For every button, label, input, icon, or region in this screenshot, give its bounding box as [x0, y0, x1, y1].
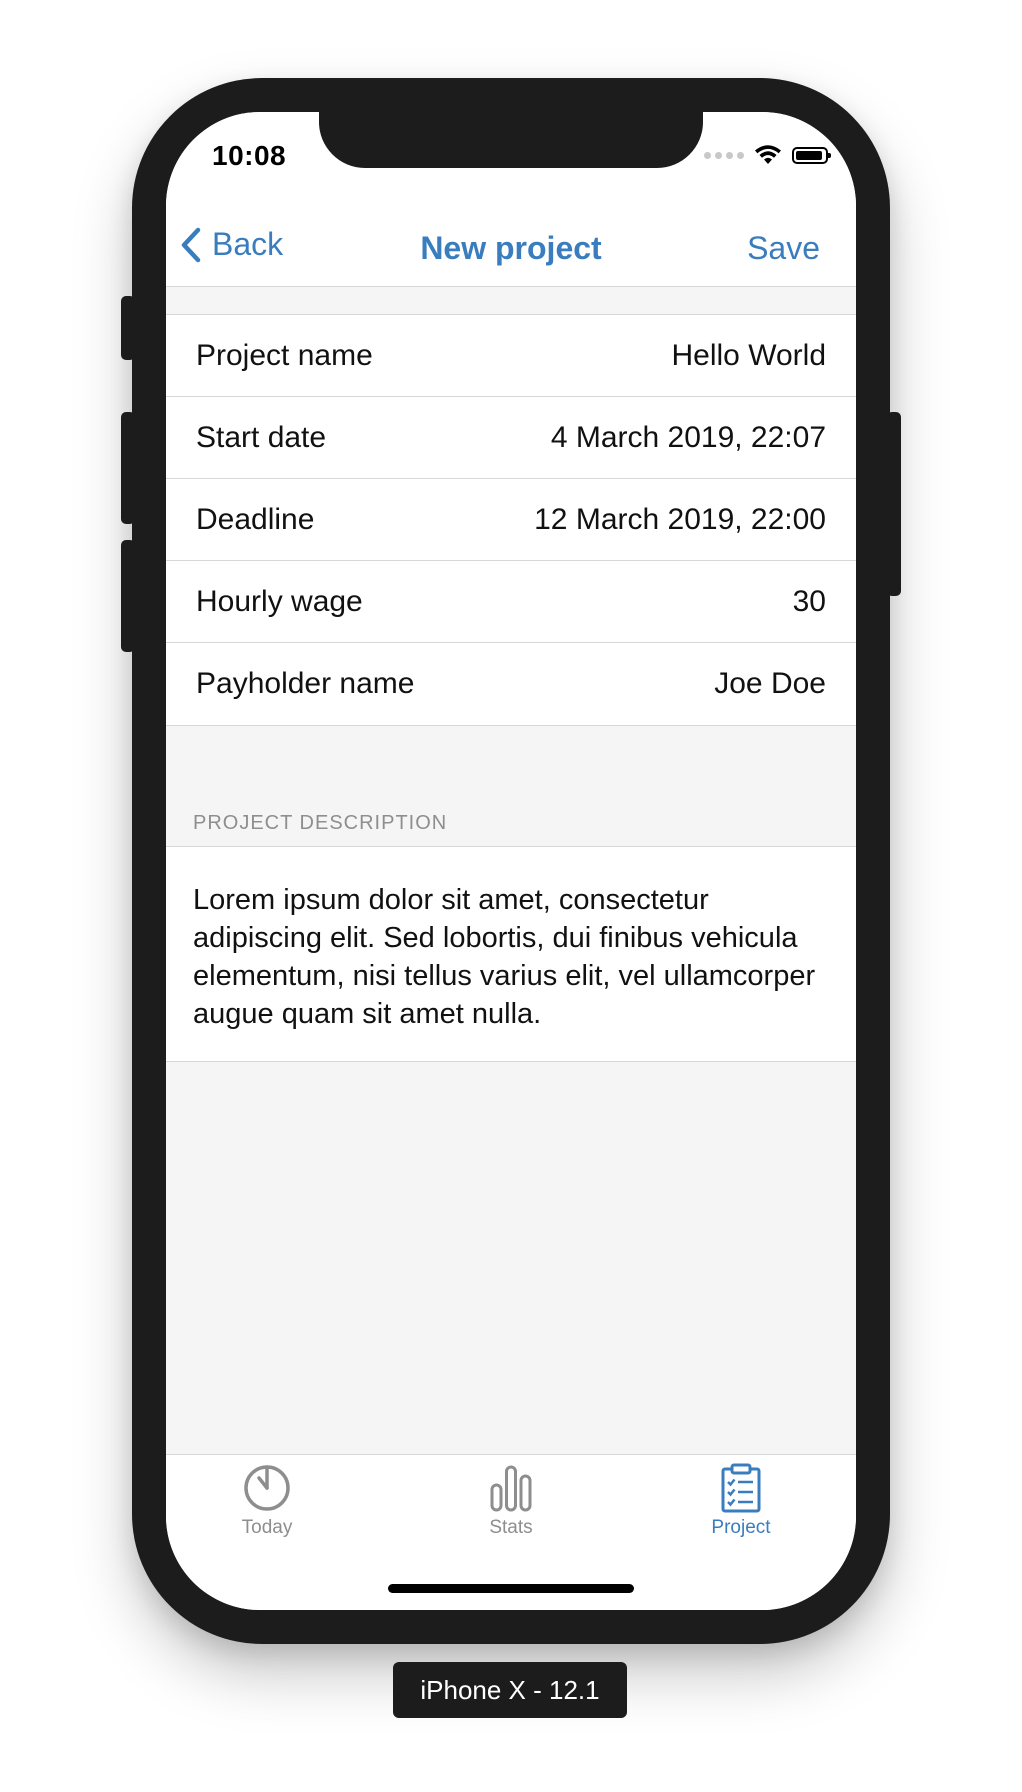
device-notch — [319, 112, 703, 168]
clipboard-checklist-icon — [721, 1463, 761, 1513]
hourly-wage-row[interactable]: Hourly wage 30 — [166, 561, 856, 643]
row-value: Hello World — [671, 338, 827, 372]
timer-icon — [244, 1465, 290, 1511]
section-header-description: PROJECT DESCRIPTION — [193, 812, 448, 834]
project-name-row[interactable]: Project name Hello World — [166, 315, 856, 397]
battery-icon — [792, 146, 831, 164]
row-value: 4 March 2019, 22:07 — [550, 420, 826, 454]
row-label: Payholder name — [196, 667, 415, 700]
cellular-signal-icon — [704, 151, 744, 159]
project-description-field[interactable]: Lorem ipsum dolor sit amet, consectetur … — [166, 846, 856, 1062]
wifi-icon — [755, 145, 781, 164]
row-label: Project name — [196, 338, 373, 372]
device-volume-down-button — [121, 540, 135, 652]
status-icons — [704, 144, 831, 166]
deadline-row[interactable]: Deadline 12 March 2019, 22:00 — [166, 479, 856, 561]
device-label: iPhone X - 12.1 — [393, 1662, 627, 1718]
device-power-button — [887, 412, 901, 596]
tab-label: Today — [241, 1517, 293, 1538]
payholder-name-row[interactable]: Payholder name Joe Doe — [166, 643, 856, 725]
tab-project[interactable]: Project — [666, 1463, 816, 1539]
start-date-row[interactable]: Start date 4 March 2019, 22:07 — [166, 397, 856, 479]
row-value: 30 — [792, 584, 826, 618]
row-label: Hourly wage — [196, 584, 363, 618]
tab-label: Stats — [489, 1517, 533, 1538]
save-button[interactable]: Save — [747, 230, 820, 267]
tab-label: Project — [711, 1517, 771, 1538]
row-label: Deadline — [196, 502, 315, 536]
row-label: Start date — [196, 420, 327, 454]
tab-today[interactable]: Today — [192, 1463, 342, 1539]
tab-stats[interactable]: Stats — [436, 1463, 586, 1539]
phone-screen: 10:08 Back New project Save Project name — [166, 112, 856, 1610]
home-indicator — [388, 1584, 634, 1593]
project-form: Project name Hello World Start date 4 Ma… — [166, 314, 856, 726]
row-value: 12 March 2019, 22:00 — [534, 502, 826, 536]
device-volume-up-button — [121, 412, 135, 524]
bar-chart-icon — [490, 1465, 532, 1512]
navigation-bar: Back New project Save — [166, 212, 856, 287]
row-value: Joe Doe — [714, 667, 826, 700]
device-mute-switch — [121, 296, 135, 360]
status-time: 10:08 — [212, 140, 287, 171]
